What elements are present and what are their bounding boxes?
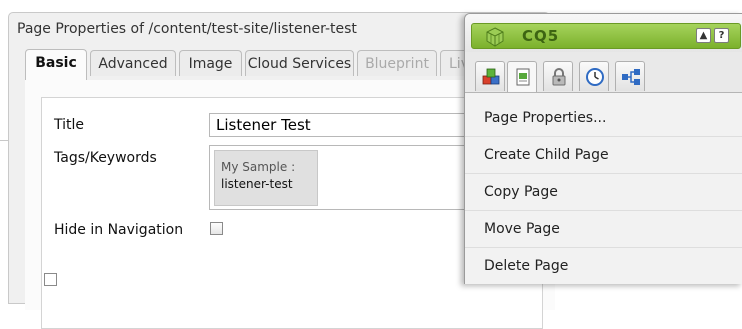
menu-move-page[interactable]: Move Page <box>465 211 742 248</box>
sidekick-title-bar[interactable]: CQ5 ▲ ? <box>471 23 741 49</box>
tab-blueprint[interactable]: Blueprint <box>357 50 437 76</box>
tags-label: Tags/Keywords <box>54 150 157 166</box>
clock-icon <box>586 68 604 86</box>
tag-namespace: My Sample : <box>221 160 296 174</box>
hide-in-navigation-label: Hide in Navigation <box>54 222 184 238</box>
secondary-checkbox[interactable] <box>44 273 57 286</box>
tag-name: listener-test <box>221 177 293 191</box>
dialog-title: Page Properties of /content/test-site/li… <box>17 21 357 37</box>
title-label: Title <box>54 117 85 133</box>
hide-in-navigation-checkbox[interactable] <box>210 222 223 235</box>
tab-cloud-services[interactable]: Cloud Services <box>245 50 354 76</box>
components-icon <box>482 68 500 85</box>
cq5-logo-icon <box>486 27 504 47</box>
background-divider <box>0 140 8 141</box>
tab-page[interactable] <box>507 61 537 92</box>
menu-create-child-page[interactable]: Create Child Page <box>465 137 742 174</box>
tab-basic[interactable]: Basic <box>25 49 87 80</box>
help-button[interactable]: ? <box>714 28 729 43</box>
tab-lock[interactable] <box>543 61 573 91</box>
menu-delete-page[interactable]: Delete Page <box>465 248 742 284</box>
tab-image[interactable]: Image <box>179 50 242 76</box>
menu-page-properties[interactable]: Page Properties... <box>465 100 742 137</box>
workflow-icon <box>622 69 640 85</box>
sidekick-tab-strip <box>465 52 742 93</box>
collapse-button[interactable]: ▲ <box>696 28 711 43</box>
menu-copy-page[interactable]: Copy Page <box>465 174 742 211</box>
tab-workflow[interactable] <box>615 61 645 91</box>
tab-advanced[interactable]: Advanced <box>90 50 176 76</box>
tab-components[interactable] <box>475 61 505 91</box>
sidekick-header: CQ5 ▲ ? <box>465 14 742 52</box>
sidekick-panel: CQ5 ▲ ? Page Properties... Create Child … <box>464 13 742 284</box>
tag-chip[interactable]: My Sample : listener-test <box>214 150 318 206</box>
sidekick-title: CQ5 <box>522 27 560 45</box>
page-icon <box>516 68 530 86</box>
tab-versioning[interactable] <box>579 61 609 91</box>
lock-icon <box>552 68 566 86</box>
